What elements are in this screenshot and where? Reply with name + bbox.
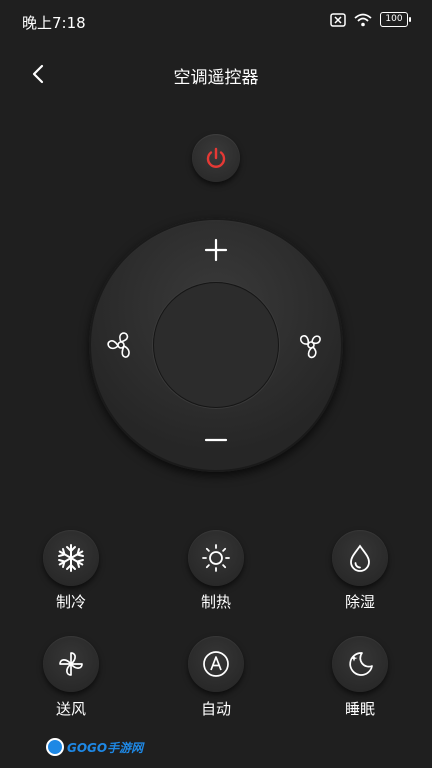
mode-heat-button[interactable] <box>188 530 244 586</box>
sim-error-icon <box>330 12 346 27</box>
mode-sleep-button[interactable] <box>332 636 388 692</box>
fan-icon <box>299 335 321 359</box>
sun-icon <box>202 544 230 572</box>
moon-star-icon <box>349 652 373 676</box>
snowflake-icon <box>58 544 84 572</box>
mode-dehumidify-label: 除湿 <box>344 593 375 611</box>
status-icons: 100 <box>330 12 411 27</box>
title-bar: 空调遥控器 <box>0 52 432 96</box>
minus-icon <box>204 438 228 442</box>
mode-dehumidify-button[interactable] <box>332 530 388 586</box>
watermark-text: GOGO手游网 <box>67 740 144 755</box>
watermark: GOGO手游网 <box>46 738 143 756</box>
temperature-down-button[interactable] <box>196 420 236 460</box>
fan-speed-down-button[interactable] <box>101 325 141 365</box>
plus-icon <box>204 238 228 262</box>
pinwheel-icon <box>59 652 83 676</box>
mode-heat-label: 制热 <box>200 593 231 611</box>
status-bar: 晚上7:18 100 <box>0 0 432 44</box>
wifi-icon <box>354 13 372 26</box>
control-dial <box>89 218 343 472</box>
fan-icon <box>107 332 130 358</box>
mode-auto-label: 自动 <box>200 700 231 718</box>
dial-center[interactable] <box>153 282 279 408</box>
temperature-up-button[interactable] <box>196 230 236 270</box>
battery-icon: 100 <box>380 12 411 27</box>
status-time: 晚上7:18 <box>22 14 86 32</box>
watermark-logo-icon <box>46 738 64 756</box>
mode-cool-button[interactable] <box>43 530 99 586</box>
mode-auto-button[interactable] <box>188 636 244 692</box>
mode-cool-label: 制冷 <box>55 593 86 611</box>
mode-sleep-label: 睡眠 <box>344 700 375 718</box>
page-title: 空调遥控器 <box>173 68 259 88</box>
droplet-icon <box>350 544 370 572</box>
power-button[interactable] <box>192 134 240 182</box>
mode-fan-label: 送风 <box>55 700 86 718</box>
auto-a-icon <box>203 651 229 677</box>
mode-fan-button[interactable] <box>43 636 99 692</box>
power-icon <box>206 147 226 168</box>
fan-speed-up-button[interactable] <box>291 325 331 365</box>
